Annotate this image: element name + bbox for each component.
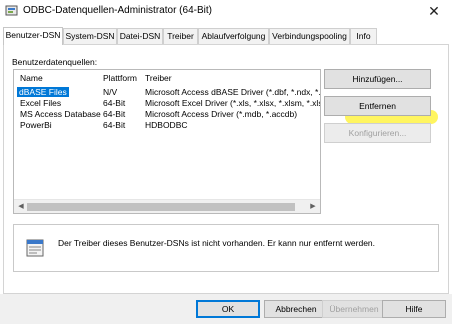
datasource-info-icon <box>24 237 46 259</box>
tab-ablaufverfolgung[interactable]: Ablaufverfolgung <box>198 28 269 44</box>
info-box: Der Treiber dieses Benutzer-DSNs ist nic… <box>13 224 439 272</box>
list-item[interactable]: PowerBi 64-Bit HDBODBC <box>14 120 320 130</box>
close-button[interactable]: ✕ <box>416 0 452 22</box>
info-message: Der Treiber dieses Benutzer-DSNs ist nic… <box>58 238 376 248</box>
tab-verbindungspooling[interactable]: Verbindungspooling <box>269 28 350 44</box>
tab-system-dsn[interactable]: System-DSN <box>63 28 117 44</box>
title-bar: ODBC-Datenquellen-Administrator (64-Bit)… <box>0 0 452 22</box>
configure-button[interactable]: Konfigurieren... <box>324 123 431 143</box>
dsn-name: dBASE Files <box>17 87 69 97</box>
tab-strip: Benutzer-DSN System-DSN Datei-DSN Treibe… <box>3 27 449 45</box>
tab-datei-dsn[interactable]: Datei-DSN <box>117 28 163 44</box>
dsn-driver: HDBODBC <box>145 120 188 130</box>
column-header-name[interactable]: Name <box>20 73 43 83</box>
remove-button[interactable]: Entfernen <box>324 96 431 116</box>
cancel-button[interactable]: Abbrechen <box>264 300 328 318</box>
list-item[interactable]: MS Access Database 64-Bit Microsoft Acce… <box>14 109 320 119</box>
dsn-name: PowerBi <box>20 120 52 130</box>
dsn-driver: Microsoft Excel Driver (*.xls, *.xlsx, *… <box>145 98 321 108</box>
dsn-name: Excel Files <box>20 98 62 108</box>
scroll-right-icon[interactable]: ▶ <box>307 202 319 212</box>
window-title: ODBC-Datenquellen-Administrator (64-Bit) <box>23 5 212 16</box>
user-datasources-label: Benutzerdatenquellen: <box>12 57 98 67</box>
dsn-driver: Microsoft Access Driver (*.mdb, *.accdb) <box>145 109 298 119</box>
list-header: Name Plattform Treiber <box>14 70 320 85</box>
column-header-driver[interactable]: Treiber <box>145 73 172 83</box>
scrollbar-thumb[interactable] <box>27 203 295 211</box>
tab-panel-benutzer-dsn: Benutzerdatenquellen: Name Plattform Tre… <box>3 44 449 294</box>
dsn-driver: Microsoft Access dBASE Driver (*.dbf, *.… <box>145 87 321 97</box>
help-button[interactable]: Hilfe <box>382 300 446 318</box>
odbc-app-icon <box>5 4 18 17</box>
dsn-platform: 64-Bit <box>103 120 126 130</box>
ok-button[interactable]: OK <box>196 300 260 318</box>
column-header-platform[interactable]: Plattform <box>103 73 137 83</box>
dsn-platform: 64-Bit <box>103 98 126 108</box>
dsn-name: MS Access Database <box>20 109 101 119</box>
list-item[interactable]: dBASE Files N/V Microsoft Access dBASE D… <box>14 87 320 97</box>
list-item[interactable]: Excel Files 64-Bit Microsoft Excel Drive… <box>14 98 320 108</box>
scroll-left-icon[interactable]: ◀ <box>15 202 27 212</box>
dialog-footer: OK Abbrechen Übernehmen Hilfe <box>0 294 452 324</box>
tab-benutzer-dsn[interactable]: Benutzer-DSN <box>3 27 63 45</box>
tab-treiber[interactable]: Treiber <box>163 28 198 44</box>
dsn-list[interactable]: Name Plattform Treiber dBASE Files N/V M… <box>13 69 321 214</box>
dsn-platform: N/V <box>103 87 118 97</box>
tab-info[interactable]: Info <box>350 28 377 44</box>
apply-button[interactable]: Übernehmen <box>322 300 386 318</box>
dsn-platform: 64-Bit <box>103 109 126 119</box>
add-button[interactable]: Hinzufügen... <box>324 69 431 89</box>
horizontal-scrollbar[interactable]: ◀ ▶ <box>14 199 320 213</box>
